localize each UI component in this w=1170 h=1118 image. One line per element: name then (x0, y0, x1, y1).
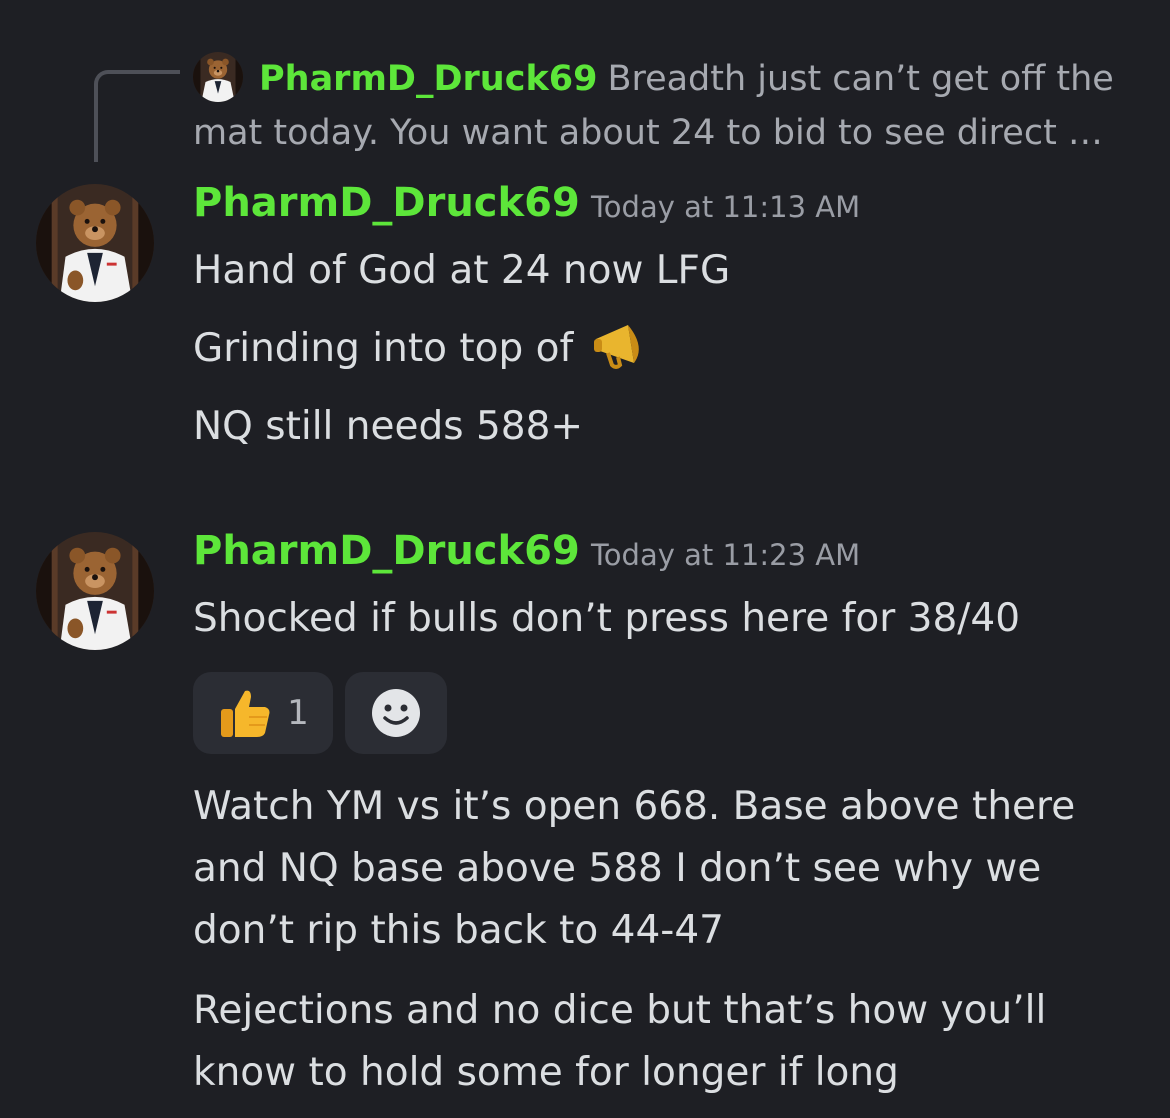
add-reaction-icon (372, 689, 420, 737)
message-text: Watch YM vs it’s open 668. Base above th… (193, 784, 1076, 953)
message-timestamp: Today at 11:13 AM (591, 190, 861, 224)
bear-doctor-avatar-icon (36, 184, 154, 302)
bear-doctor-avatar-icon (36, 532, 154, 650)
message-timestamp: Today at 11:23 AM (591, 538, 861, 572)
thumbs-up-icon (221, 690, 270, 737)
message-author[interactable]: PharmD_Druck69 (193, 528, 580, 574)
add-reaction-button[interactable] (345, 672, 447, 754)
avatar[interactable] (36, 184, 154, 302)
message-text: Shocked if bulls don’t press here for 38… (193, 596, 1021, 641)
avatar[interactable] (36, 532, 154, 650)
megaphone-icon (593, 325, 639, 369)
reply-author[interactable]: PharmD_Druck69 (259, 59, 597, 99)
message-text-content: Grinding into top of (193, 326, 574, 371)
reply-preview[interactable]: PharmD_Druck69 Breadth just can’t get off… (193, 52, 1123, 160)
message-text: Rejections and no dice but that’s how yo… (193, 988, 1047, 1095)
message-text: Grinding into top of (193, 318, 650, 380)
reply-connector-line (94, 70, 180, 162)
reaction-thumbs-up[interactable]: 1 (193, 672, 333, 754)
message-text: NQ still needs 588+ (193, 404, 584, 449)
message-author[interactable]: PharmD_Druck69 (193, 180, 580, 226)
message-text: Hand of God at 24 now LFG (193, 248, 731, 293)
reaction-count: 1 (287, 693, 309, 733)
